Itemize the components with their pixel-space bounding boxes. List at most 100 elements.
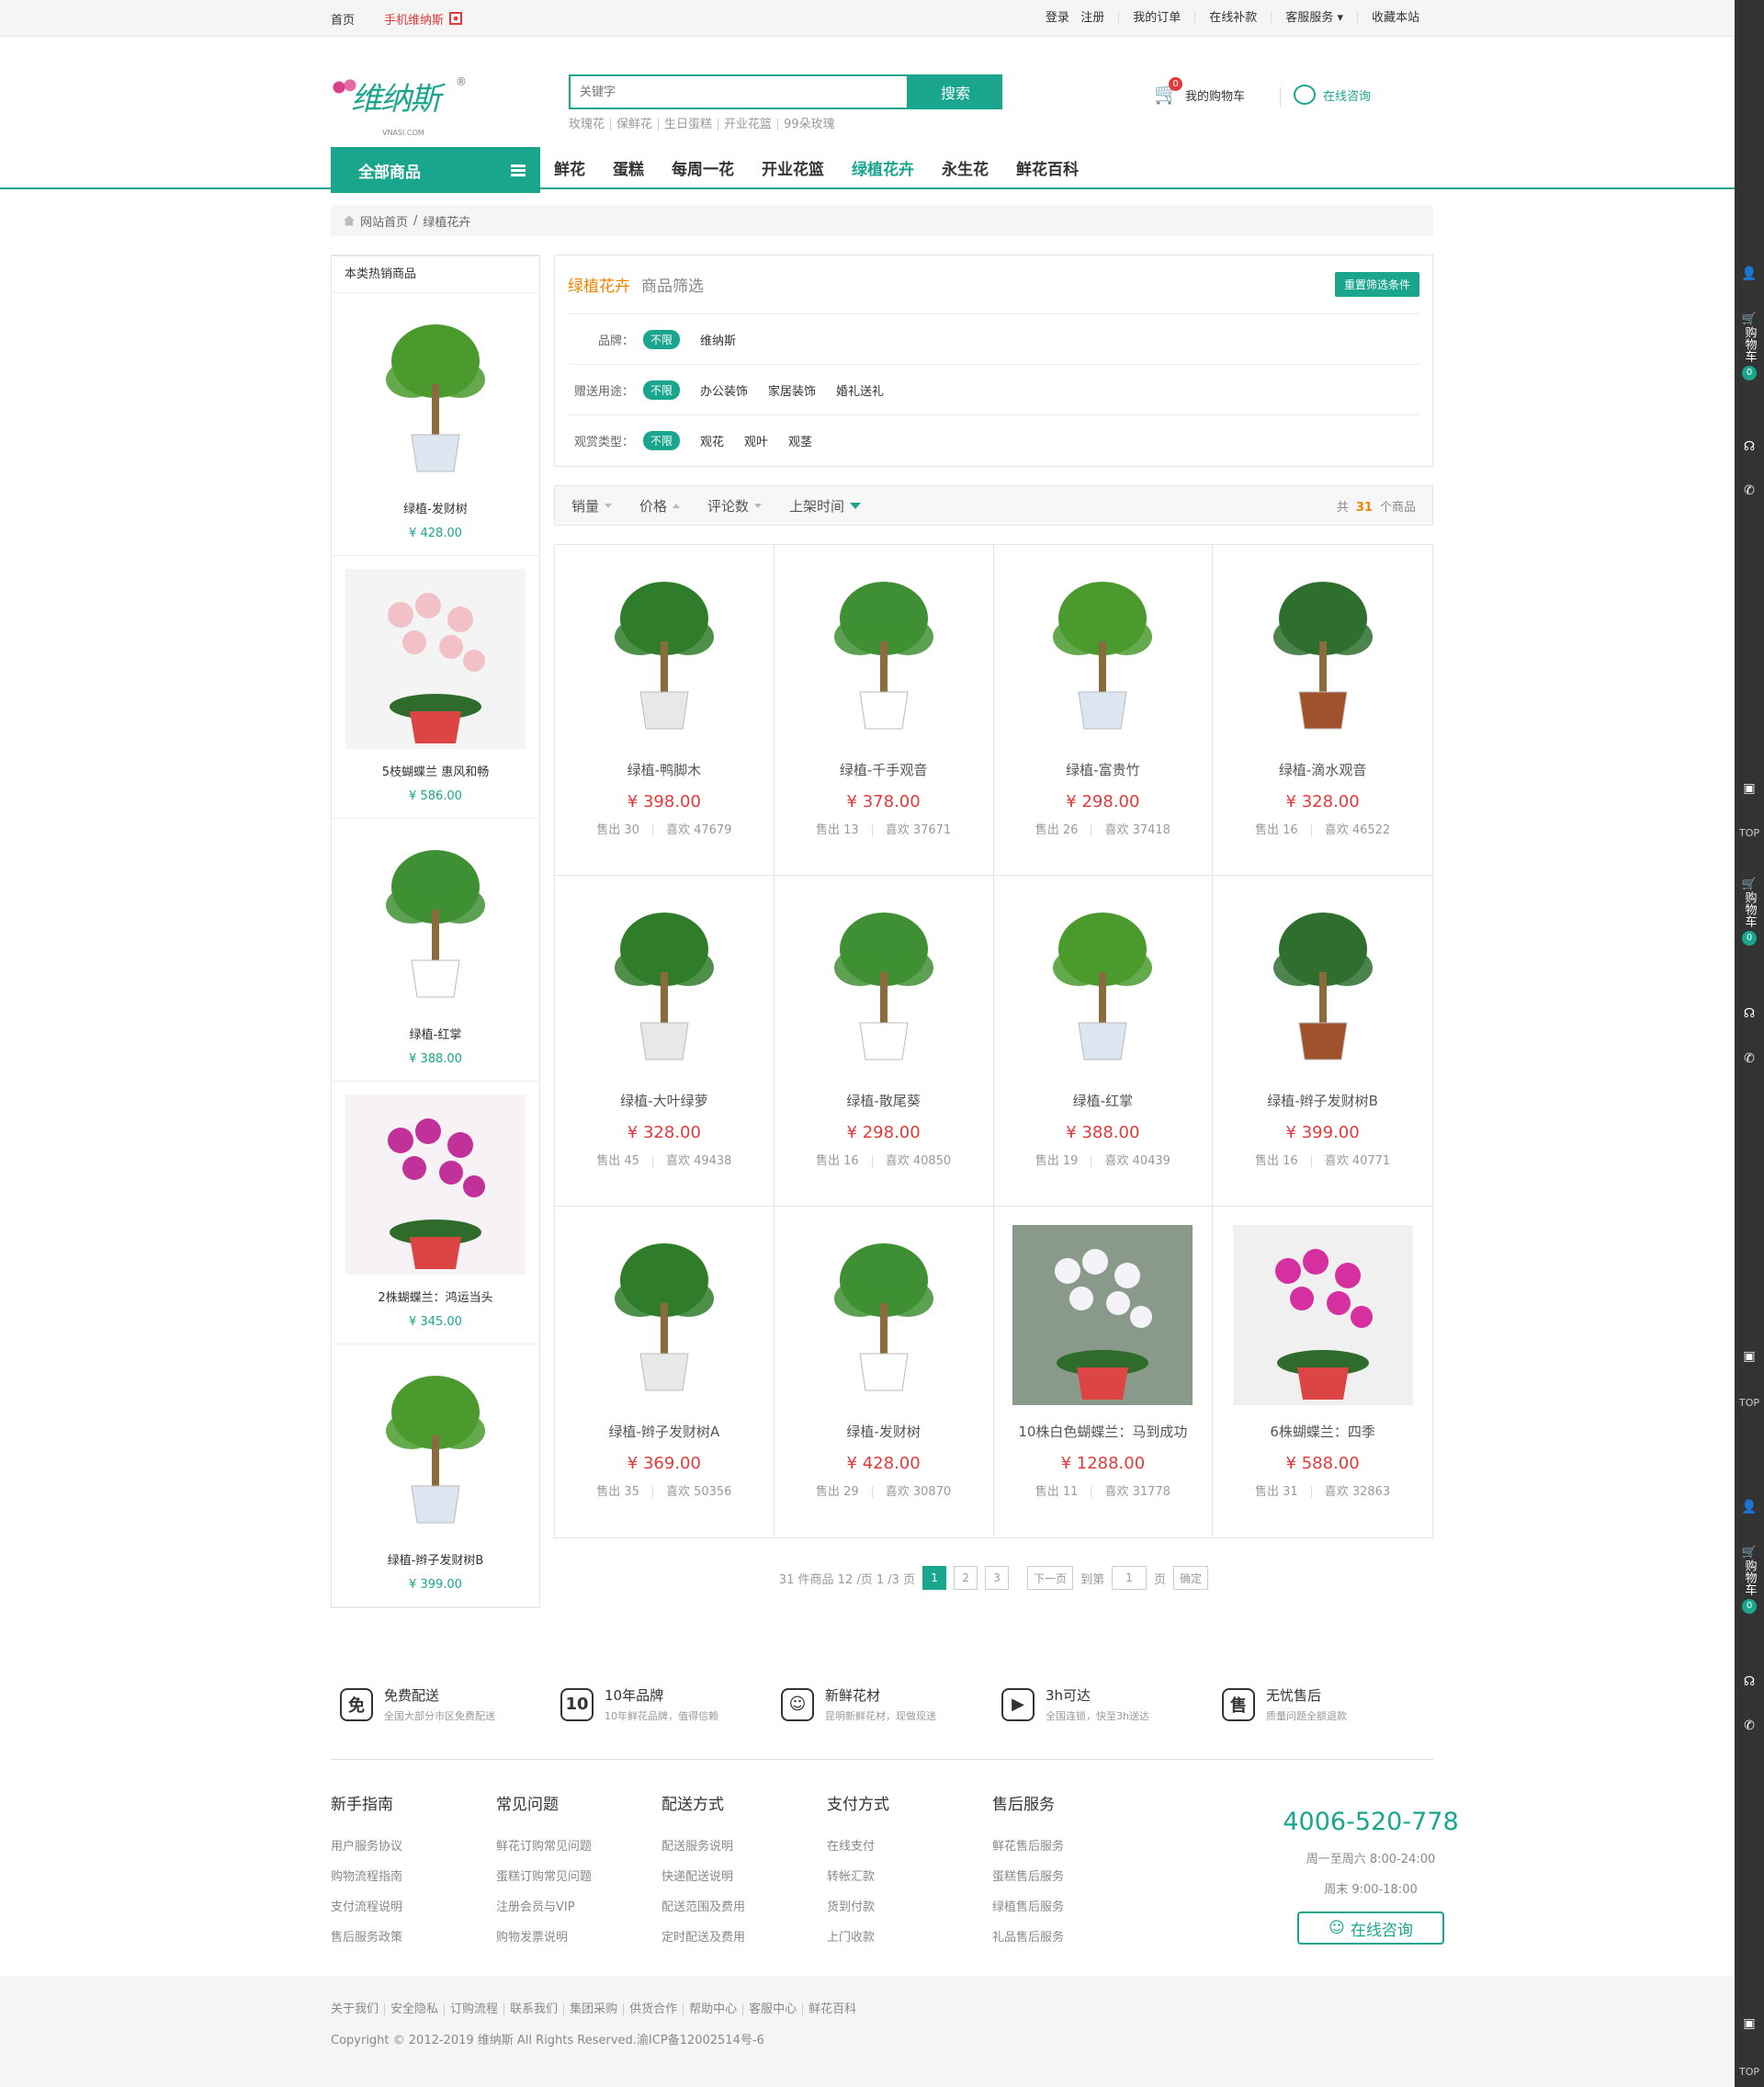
product-name[interactable]: 6株蝴蝶兰：四季 bbox=[1213, 1422, 1432, 1441]
product-card[interactable]: 绿植-滴水观音 ¥ 328.00 售出 16 喜欢 46522 bbox=[1213, 545, 1432, 876]
footer-link[interactable]: 配送范围及费用 bbox=[662, 1897, 827, 1914]
footer-link[interactable]: 蛋糕售后服务 bbox=[992, 1866, 1158, 1884]
sort-price[interactable]: 价格 bbox=[639, 496, 681, 516]
page-number-input[interactable]: 1 bbox=[1112, 1566, 1148, 1590]
sort-date[interactable]: 上架时间 bbox=[789, 496, 862, 516]
phone-icon[interactable]: ✆ bbox=[1735, 1051, 1764, 1066]
my-orders-link[interactable]: 我的订单 bbox=[1118, 12, 1194, 25]
qrcode-icon[interactable]: ▣ bbox=[1735, 2016, 1764, 2031]
product-card[interactable]: 6株蝴蝶兰：四季 ¥ 588.00 售出 31 喜欢 32863 bbox=[1213, 1207, 1432, 1537]
footer-link[interactable]: 注册会员与VIP bbox=[496, 1897, 662, 1914]
nav-item[interactable]: 鲜花百科 bbox=[1016, 156, 1079, 179]
phone-icon[interactable]: ✆ bbox=[1735, 483, 1764, 498]
sidebar-cart-button[interactable]: 🛒 购物车 0 bbox=[1735, 1546, 1764, 1614]
hot-keyword[interactable]: 生日蛋糕 bbox=[658, 119, 718, 130]
back-to-top-button[interactable]: TOP bbox=[1735, 1397, 1764, 1409]
bottom-link[interactable]: 订购流程 bbox=[444, 2003, 503, 2015]
product-name[interactable]: 2株蝴蝶兰：鸿运当头 bbox=[332, 1287, 539, 1305]
service-icon[interactable]: ☊ bbox=[1735, 1674, 1764, 1689]
footer-link[interactable]: 售后服务政策 bbox=[331, 1927, 496, 1945]
nav-item[interactable]: 永生花 bbox=[942, 156, 989, 179]
bottom-link[interactable]: 客服中心 bbox=[742, 2003, 802, 2015]
sort-comments[interactable]: 评论数 bbox=[707, 496, 763, 516]
product-name[interactable]: 绿植-千手观音 bbox=[775, 760, 993, 779]
reset-filter-button[interactable]: 重置筛选条件 bbox=[1334, 272, 1419, 297]
sidebar-product[interactable]: 绿植-辫子发财树B ¥ 399.00 bbox=[332, 1344, 539, 1607]
footer-link[interactable]: 上门收款 bbox=[827, 1927, 992, 1945]
footer-link[interactable]: 购物流程指南 bbox=[331, 1866, 496, 1884]
product-image[interactable] bbox=[345, 832, 526, 1012]
mobile-site-link[interactable]: 手机维纳斯 bbox=[384, 10, 463, 28]
bottom-link[interactable]: 关于我们 bbox=[331, 2003, 384, 2015]
search-input[interactable] bbox=[569, 74, 909, 109]
next-page-button[interactable]: 下一页 bbox=[1027, 1566, 1074, 1590]
product-card[interactable]: 绿植-大叶绿萝 ¥ 328.00 售出 45 喜欢 49438 bbox=[555, 876, 775, 1207]
product-name[interactable]: 绿植-红掌 bbox=[994, 1091, 1213, 1110]
product-image[interactable] bbox=[1232, 1225, 1413, 1405]
product-name[interactable]: 绿植-辫子发财树A bbox=[555, 1422, 774, 1441]
product-image[interactable] bbox=[1232, 894, 1413, 1074]
sort-sales[interactable]: 销量 bbox=[571, 496, 613, 516]
service-icon[interactable]: ☊ bbox=[1735, 439, 1764, 454]
filter-option[interactable]: 观花 bbox=[700, 432, 724, 449]
sidebar-cart-button[interactable]: 🛒 购物车 0 bbox=[1735, 312, 1764, 380]
breadcrumb-home[interactable]: 网站首页 bbox=[360, 212, 408, 230]
product-image[interactable] bbox=[1012, 563, 1193, 743]
back-to-top-button[interactable]: TOP bbox=[1735, 2066, 1764, 2078]
product-image[interactable] bbox=[1012, 1225, 1193, 1405]
product-name[interactable]: 绿植-辫子发财树B bbox=[332, 1550, 539, 1568]
product-image[interactable] bbox=[345, 1357, 526, 1537]
product-image[interactable] bbox=[573, 563, 754, 743]
product-image[interactable] bbox=[345, 1095, 526, 1275]
sidebar-product[interactable]: 绿植-发财树 ¥ 428.00 bbox=[332, 293, 539, 556]
footer-link[interactable]: 定时配送及费用 bbox=[662, 1927, 827, 1945]
product-image[interactable] bbox=[793, 1225, 974, 1405]
page-button-active[interactable]: 1 bbox=[922, 1566, 947, 1590]
product-name[interactable]: 绿植-滴水观音 bbox=[1213, 760, 1432, 779]
product-image[interactable] bbox=[1232, 563, 1413, 743]
footer-link[interactable]: 绿植售后服务 bbox=[992, 1897, 1158, 1914]
nav-item[interactable]: 开业花篮 bbox=[762, 156, 824, 179]
product-card[interactable]: 绿植-散尾葵 ¥ 298.00 售出 16 喜欢 40850 bbox=[774, 876, 994, 1207]
footer-link[interactable]: 蛋糕订购常见问题 bbox=[496, 1866, 662, 1884]
product-image[interactable] bbox=[345, 569, 526, 749]
nav-item-active[interactable]: 绿植花卉 bbox=[852, 156, 914, 179]
filter-option[interactable]: 家居装饰 bbox=[768, 381, 816, 399]
footer-link[interactable]: 货到付款 bbox=[827, 1897, 992, 1914]
footer-link[interactable]: 支付流程说明 bbox=[331, 1897, 496, 1914]
product-name[interactable]: 5枝蝴蝶兰 惠风和畅 bbox=[332, 762, 539, 779]
footer-link[interactable]: 在线支付 bbox=[827, 1836, 992, 1854]
footer-link[interactable]: 转帐汇款 bbox=[827, 1866, 992, 1884]
register-link[interactable]: 注册 bbox=[1080, 11, 1104, 25]
online-consult-button[interactable]: ☺ 在线咨询 bbox=[1297, 1911, 1444, 1945]
filter-option[interactable]: 办公装饰 bbox=[700, 381, 748, 399]
bottom-link[interactable]: 鲜花百科 bbox=[802, 2003, 862, 2015]
sidebar-product[interactable]: 2株蝴蝶兰：鸿运当头 ¥ 345.00 bbox=[332, 1082, 539, 1344]
nav-item[interactable]: 每周一花 bbox=[672, 156, 734, 179]
all-categories-button[interactable]: 全部商品 bbox=[331, 147, 540, 193]
bottom-link[interactable]: 安全隐私 bbox=[384, 2003, 444, 2015]
footer-link[interactable]: 购物发票说明 bbox=[496, 1927, 662, 1945]
product-image[interactable] bbox=[573, 1225, 754, 1405]
sidebar-cart-button[interactable]: 🛒 购物车 0 bbox=[1735, 878, 1764, 946]
site-logo[interactable]: 维纳斯 ® VNASI.COM bbox=[331, 57, 469, 137]
phone-icon[interactable]: ✆ bbox=[1735, 1718, 1764, 1733]
nav-item[interactable]: 鲜花 bbox=[554, 156, 585, 179]
sidebar-product[interactable]: 5枝蝴蝶兰 惠风和畅 ¥ 586.00 bbox=[332, 556, 539, 819]
product-name[interactable]: 绿植-散尾葵 bbox=[775, 1091, 993, 1110]
product-name[interactable]: 绿植-发财树 bbox=[775, 1422, 993, 1441]
product-image[interactable] bbox=[573, 894, 754, 1074]
user-icon[interactable]: 👤 bbox=[1735, 1500, 1764, 1514]
filter-option-all[interactable]: 不限 bbox=[643, 329, 681, 349]
service-icon[interactable]: ☊ bbox=[1735, 1006, 1764, 1021]
product-name[interactable]: 绿植-富贵竹 bbox=[994, 760, 1213, 779]
customer-service-menu[interactable]: 客服服务 ▾ bbox=[1271, 12, 1357, 25]
bottom-link[interactable]: 联系我们 bbox=[503, 2003, 563, 2015]
home-link[interactable]: 首页 bbox=[331, 10, 355, 28]
product-card[interactable]: 绿植-鸭脚木 ¥ 398.00 售出 30 喜欢 47679 bbox=[555, 545, 775, 876]
hot-keyword[interactable]: 保鲜花 bbox=[610, 119, 658, 130]
footer-link[interactable]: 用户服务协议 bbox=[331, 1836, 496, 1854]
filter-option-all[interactable]: 不限 bbox=[643, 380, 681, 400]
product-image[interactable] bbox=[345, 306, 526, 486]
qrcode-icon[interactable]: ▣ bbox=[1735, 1349, 1764, 1364]
